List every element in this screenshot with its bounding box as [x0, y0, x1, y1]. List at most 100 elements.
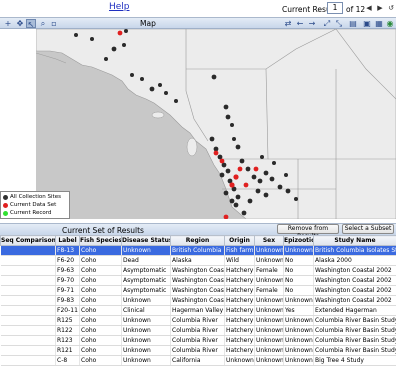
table-cell: Washington Coastal 2002: [313, 265, 396, 276]
print-icon[interactable]: ▣: [362, 19, 372, 28]
table-cell: R121: [55, 345, 80, 356]
table-cell: [0, 295, 56, 306]
green-dot-icon: [3, 210, 8, 216]
table-cell: [0, 265, 56, 276]
table-cell: Unknown: [121, 335, 171, 346]
table-cell: Coho: [79, 245, 122, 256]
select-arrow-icon[interactable]: ↖: [26, 19, 36, 29]
table-row[interactable]: F9-70 Coho Asymptomatic Washington Coast Hat…: [0, 275, 396, 286]
map-title: Map: [140, 19, 156, 28]
table-cell: Unknown: [283, 245, 314, 256]
table-cell: Wild: [224, 255, 255, 266]
table-cell: Coho: [79, 355, 122, 366]
column-header[interactable]: Seq Comparison: [0, 235, 56, 246]
select-subset-button[interactable]: Select a Subset: [342, 224, 394, 234]
table-cell: [0, 335, 56, 346]
table-cell: No: [283, 255, 314, 266]
table-cell: Female: [254, 265, 284, 276]
layers-icon[interactable]: ▤: [348, 19, 358, 28]
table-cell: Coho: [79, 255, 122, 266]
table-row[interactable]: F6-20 Coho Dead Alaska Wild Unknown No Alaska 2…: [0, 255, 396, 266]
column-header[interactable]: Sex: [254, 235, 284, 246]
column-header[interactable]: Disease Status: [121, 235, 171, 246]
table-cell: Unknown: [121, 315, 171, 326]
table-cell: Unknown: [283, 315, 314, 326]
column-header[interactable]: Label: [55, 235, 80, 246]
table-cell: California: [170, 355, 225, 366]
table-row[interactable]: F20-11 Coho Clinical Hagerman Valley Hatcher…: [0, 305, 396, 316]
table-cell: Columbia River: [170, 315, 225, 326]
table-row[interactable]: F8-13 Coho Unknown British Columbia Fish far…: [0, 245, 396, 256]
blank-page-icon[interactable]: ▫: [49, 19, 59, 28]
column-header[interactable]: Study Name: [313, 235, 396, 246]
table-cell: Unknown: [121, 245, 171, 256]
table-cell: F6-20: [55, 255, 80, 266]
pan-icon[interactable]: ✥: [15, 19, 25, 28]
table-cell: Washington Coast: [170, 265, 225, 276]
table-cell: Washington Coastal 2002: [313, 295, 396, 306]
column-header[interactable]: Origin: [224, 235, 255, 246]
table-cell: Columbia River Basin Study: [313, 325, 396, 336]
table-cell: F8-13: [55, 245, 80, 256]
table-cell: Coho: [79, 305, 122, 316]
table-cell: Coho: [79, 315, 122, 326]
full-extent-icon[interactable]: ⤢: [322, 19, 332, 28]
table-cell: Columbia River: [170, 325, 225, 336]
zoom-in-icon[interactable]: +: [3, 19, 13, 28]
table-cell: Yes: [283, 305, 314, 316]
table-cell: Hatchery: [224, 265, 255, 276]
table-row[interactable]: R125 Coho Unknown Columbia River Hatchery Unk…: [0, 315, 396, 326]
table-cell: Unknown: [254, 315, 284, 326]
globe-icon[interactable]: ◉: [385, 19, 395, 28]
table-cell: [0, 325, 56, 336]
table-cell: Columbia River Basin Study: [313, 335, 396, 346]
column-header[interactable]: Region: [170, 235, 225, 246]
reset-icon[interactable]: ↺: [387, 3, 395, 13]
next-result-icon[interactable]: ▶: [376, 3, 384, 13]
table-cell: Coho: [79, 285, 122, 296]
table-cell: Unknown: [254, 275, 284, 286]
previous-result-icon[interactable]: ◀: [365, 3, 373, 13]
results-title: Current Set of Results: [62, 226, 144, 235]
table-cell: F20-11: [55, 305, 80, 316]
table-row[interactable]: R121 Coho Unknown Columbia River Hatchery Unk…: [0, 345, 396, 356]
forward-arrow-icon[interactable]: →: [307, 19, 317, 28]
table-cell: Unknown: [254, 245, 284, 256]
table-row[interactable]: F9-83 Coho Unknown Washington Coast Hatchery…: [0, 295, 396, 306]
table-row[interactable]: F9-71 Coho Asymptomatic Washington Coast Hat…: [0, 285, 396, 296]
swap-arrows-icon[interactable]: ⇄: [283, 19, 293, 28]
table-cell: C-8: [55, 355, 80, 366]
table-row[interactable]: R122 Coho Unknown Columbia River Hatchery Unk…: [0, 325, 396, 336]
table-row[interactable]: C-8 Coho Unknown California Unknown Unknown Un…: [0, 355, 396, 366]
fit-to-window-icon[interactable]: ⤡: [334, 19, 344, 28]
table-cell: Unknown: [254, 325, 284, 336]
table-row[interactable]: R123 Coho Unknown Columbia River Hatchery Unk…: [0, 335, 396, 346]
current-result-input[interactable]: 1: [327, 2, 343, 14]
table-cell: R123: [55, 335, 80, 346]
table-cell: Unknown: [283, 345, 314, 356]
table-cell: Washington Coastal 2002: [313, 285, 396, 296]
map-canvas[interactable]: [36, 29, 396, 219]
table-cell: F9-83: [55, 295, 80, 306]
table-cell: No: [283, 265, 314, 276]
table-cell: Coho: [79, 275, 122, 286]
export-icon[interactable]: ▦: [374, 19, 384, 28]
column-header[interactable]: Epizootic: [283, 235, 314, 246]
table-cell: Hatchery: [224, 345, 255, 356]
table-cell: Alaska: [170, 255, 225, 266]
results-table: Seq Comparison Label Fish Species Disease S…: [0, 235, 396, 367]
table-cell: Unknown: [283, 325, 314, 336]
table-cell: [0, 355, 56, 366]
column-header[interactable]: Fish Species: [79, 235, 122, 246]
back-arrow-icon[interactable]: ←: [295, 19, 305, 28]
table-cell: Hatchery: [224, 315, 255, 326]
zoom-out-icon[interactable]: ⌕: [38, 19, 48, 28]
help-link[interactable]: Help: [109, 2, 130, 12]
table-cell: F9-71: [55, 285, 80, 296]
table-cell: Asymptomatic: [121, 265, 171, 276]
legend-item-current-set: Current Data Set: [3, 201, 67, 209]
table-row[interactable]: F9-63 Coho Asymptomatic Washington Coast Hat…: [0, 265, 396, 276]
table-cell: [0, 315, 56, 326]
map-drawing: [36, 29, 396, 219]
remove-from-results-button[interactable]: Remove from Results: [277, 224, 339, 240]
